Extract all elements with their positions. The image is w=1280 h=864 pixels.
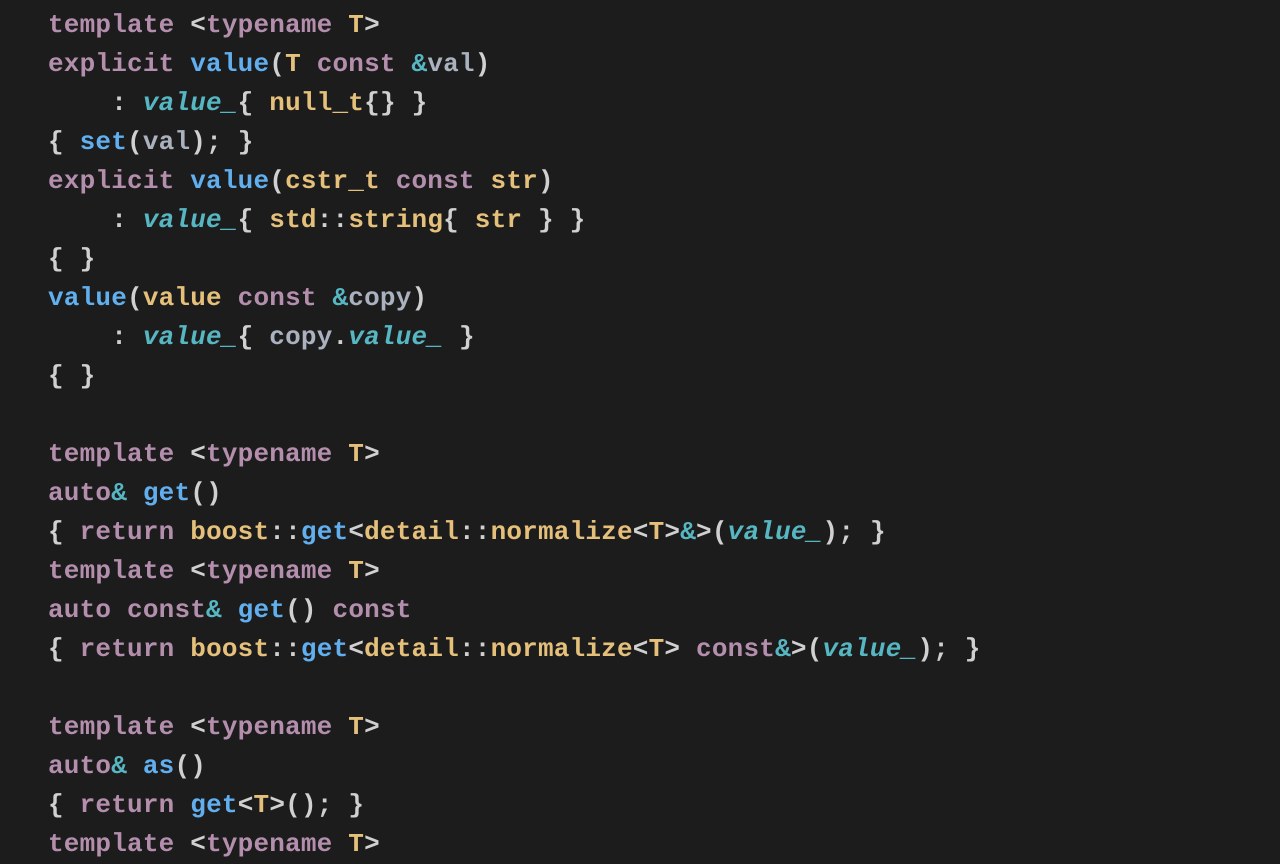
code-line: { return get<T>(); } <box>48 790 364 820</box>
ns-detail: detail <box>364 517 459 547</box>
code-line: { return boost::get<detail::normalize<T>… <box>48 517 886 547</box>
code-line: template <typename T> <box>48 10 380 40</box>
code-line: template <typename T> <box>48 712 380 742</box>
code-line: auto& get() <box>48 478 222 508</box>
fn-set: set <box>80 127 127 157</box>
code-line: : value_{ copy.value_ } <box>48 322 475 352</box>
code-line: : value_{ null_t{} } <box>48 88 427 118</box>
code-line: : value_{ std::string{ str } } <box>48 205 585 235</box>
member-value: value_ <box>143 88 238 118</box>
type-T: T <box>348 10 364 40</box>
keyword-auto: auto <box>48 478 111 508</box>
code-line: template <typename T> <box>48 556 380 586</box>
keyword-explicit: explicit <box>48 49 174 79</box>
code-line: explicit value(T const &val) <box>48 49 491 79</box>
fn-value: value <box>190 49 269 79</box>
ns-std: std <box>269 205 316 235</box>
code-line: { return boost::get<detail::normalize<T>… <box>48 634 981 664</box>
code-line: auto& as() <box>48 751 206 781</box>
param-copy: copy <box>348 283 411 313</box>
code-line: auto const& get() const <box>48 595 412 625</box>
keyword-typename: typename <box>206 10 332 40</box>
blank-line <box>48 400 64 430</box>
type-normalize: normalize <box>491 517 633 547</box>
type-cstr-t: cstr_t <box>285 166 380 196</box>
ns-boost: boost <box>190 517 269 547</box>
param-val: val <box>427 49 474 79</box>
code-line: { set(val); } <box>48 127 254 157</box>
fn-as: as <box>143 751 175 781</box>
code-line: { } <box>48 244 95 274</box>
blank-line <box>48 673 64 703</box>
type-string: string <box>348 205 443 235</box>
keyword-return: return <box>80 517 175 547</box>
code-line: { } <box>48 361 95 391</box>
code-line: explicit value(cstr_t const str) <box>48 166 554 196</box>
type-null-t: null_t <box>269 88 364 118</box>
code-line: template <typename T> <box>48 439 380 469</box>
keyword-template: template <box>48 10 174 40</box>
param-str: str <box>491 166 538 196</box>
code-line: value(value const &copy) <box>48 283 427 313</box>
fn-get: get <box>143 478 190 508</box>
code-block: template <typename T> explicit value(T c… <box>0 0 1280 864</box>
